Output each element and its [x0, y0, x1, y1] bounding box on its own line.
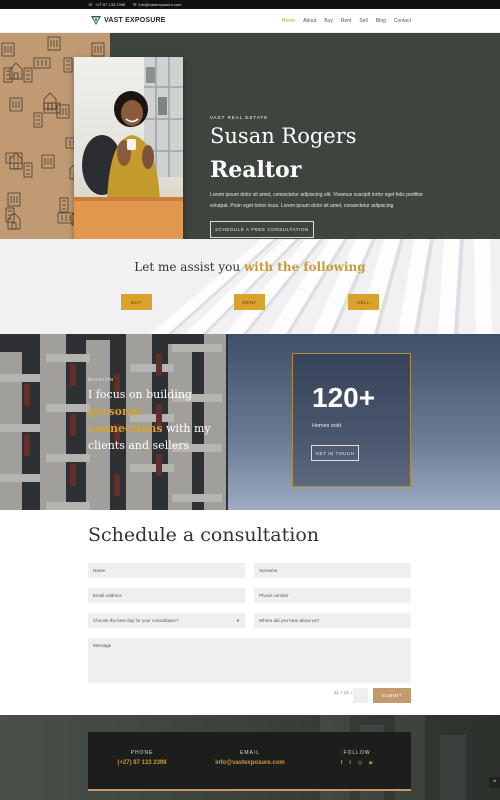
building-facade-background — [0, 334, 228, 510]
footer-email-link[interactable]: info@vastexposure.com — [210, 760, 290, 766]
homes-sold-number: 120+ — [312, 382, 376, 413]
realtor-photo — [74, 57, 183, 252]
consultation-day-value: Choose the best day for your consultatio… — [93, 618, 179, 623]
mail-icon: ✉ — [133, 2, 137, 7]
site-logo[interactable]: VAST EXPOSURE — [91, 16, 166, 25]
footer-email-heading: EMAIL — [239, 750, 260, 756]
homes-sold-label: Homes sold — [312, 423, 342, 429]
phone-icon: ☏ — [88, 2, 94, 7]
message-placeholder: Message — [93, 643, 112, 648]
hero-description: Lorem ipsum dolor sit amet, consectetur … — [210, 192, 424, 209]
facebook-icon[interactable]: f — [341, 760, 343, 766]
name-placeholder: Name — [93, 568, 106, 573]
schedule-consultation-button[interactable]: SCHEDULE A FREE CONSULTATION — [210, 221, 314, 238]
footer-follow-column: FOLLOW f t ◎ ▶ — [317, 750, 397, 766]
consultation-day-select[interactable]: Choose the best day for your consultatio… — [88, 613, 245, 628]
surname-placeholder: Surname — [259, 568, 278, 573]
social-icons: f t ◎ ▶ — [317, 760, 397, 766]
schedule-section: Schedule a consultation Name Surname Ema… — [0, 510, 500, 715]
architecture-background — [150, 239, 492, 334]
stats-box: 120+ Homes sold GET IN TOUCH — [292, 353, 411, 487]
assist-title: Let me assist you with the following — [0, 260, 500, 274]
topbar-phone[interactable]: ☏ +27 87 133 2398 — [88, 2, 125, 7]
captcha-input[interactable] — [353, 688, 368, 703]
message-textarea[interactable]: Message — [88, 638, 411, 683]
rent-button[interactable]: RENT — [234, 294, 265, 310]
top-contact-bar: ☏ +27 87 133 2398 ✉ info@vastexposure.com — [0, 0, 500, 9]
logo-mark — [91, 16, 101, 25]
youtube-icon[interactable]: ▶ — [369, 760, 373, 766]
site-footer: PHONE (+27) 87 133 2398 EMAIL info@vaste… — [0, 715, 500, 800]
hero-kicker: VAST REAL ESTATE — [210, 115, 269, 120]
hero-role: Realtor — [210, 157, 302, 183]
footer-phone-heading: PHONE — [130, 750, 154, 756]
assist-section: Let me assist you with the following BUY… — [0, 239, 500, 334]
hero-name: Susan Rogers — [210, 124, 357, 148]
assist-title-plain: Let me assist you — [134, 260, 241, 274]
arrow-up-icon[interactable]: ^ — [489, 777, 500, 788]
nav-contact[interactable]: Contact — [394, 18, 411, 24]
surname-field[interactable]: Surname — [254, 563, 411, 578]
footer-follow-heading: FOLLOW — [343, 750, 371, 756]
mission-kicker: MISSION — [88, 377, 115, 382]
mission-statement: I focus on building personal connections… — [88, 386, 218, 454]
footer-phone-column: PHONE (+27) 87 133 2398 — [102, 750, 182, 766]
mission-text-highlight: personal connections — [88, 405, 163, 435]
phone-field[interactable]: Phone number — [254, 588, 411, 603]
footer-contact-card: PHONE (+27) 87 133 2398 EMAIL info@vaste… — [88, 732, 411, 791]
realtor-photo-art — [74, 57, 183, 252]
buy-button[interactable]: BUY — [121, 294, 152, 310]
nav-home[interactable]: Home — [282, 18, 295, 24]
twitter-icon[interactable]: t — [349, 760, 351, 766]
footer-email-column: EMAIL info@vastexposure.com — [210, 750, 290, 766]
chevron-down-icon: ▼ — [236, 618, 240, 623]
instagram-icon[interactable]: ◎ — [358, 760, 362, 766]
nav-sell[interactable]: Sell — [359, 18, 367, 24]
nav-rent[interactable]: Rent — [341, 18, 352, 24]
mission-text-start: I focus on building — [88, 388, 192, 401]
topbar-email[interactable]: ✉ info@vastexposure.com — [133, 2, 181, 7]
mission-section: MISSION I focus on building personal con… — [0, 334, 500, 510]
site-header: VAST EXPOSURE Home About Buy Rent Sell B… — [0, 9, 500, 33]
phone-placeholder: Phone number — [259, 593, 289, 598]
nav-buy[interactable]: Buy — [324, 18, 333, 24]
assist-title-highlight: with the following — [243, 260, 366, 274]
submit-button[interactable]: SUBMIT — [373, 688, 411, 703]
main-nav: Home About Buy Rent Sell Blog Contact — [282, 18, 411, 24]
hero-section: VAST REAL ESTATE Susan Rogers Realtor Lo… — [0, 33, 500, 252]
referral-field[interactable]: Where did you hear about us? — [254, 613, 411, 628]
email-field[interactable]: Email Address — [88, 588, 245, 603]
captcha-question: 11 + 14 = — [334, 690, 353, 695]
email-placeholder: Email Address — [93, 593, 122, 598]
sell-button[interactable]: SELL — [348, 294, 379, 310]
get-in-touch-button[interactable]: GET IN TOUCH — [311, 445, 359, 461]
logo-text: VAST EXPOSURE — [104, 17, 166, 24]
name-field[interactable]: Name — [88, 563, 245, 578]
schedule-title: Schedule a consultation — [88, 524, 319, 546]
referral-placeholder: Where did you hear about us? — [259, 618, 320, 623]
nav-about[interactable]: About — [303, 18, 316, 24]
nav-blog[interactable]: Blog — [376, 18, 386, 24]
footer-phone-link[interactable]: (+27) 87 133 2398 — [102, 760, 182, 766]
